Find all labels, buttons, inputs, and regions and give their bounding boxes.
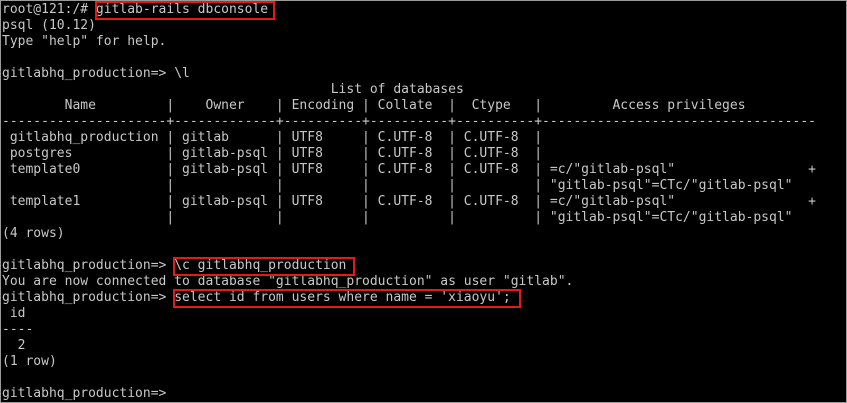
table-row: | | | | | "gitlab-psql"=CTc/"gitlab-psql… (2, 210, 793, 225)
table-row: gitlabhq_production | gitlab | UTF8 | C.… (2, 130, 543, 145)
terminal-line: psql (10.12) (2, 18, 96, 33)
psql-prompt: gitlabhq_production=> (2, 386, 175, 401)
command-gitlab-rails-dbconsole: gitlab-rails dbconsole (95, 2, 269, 17)
result-value: 2 (2, 338, 26, 353)
psql-prompt: gitlabhq_production=> (2, 66, 175, 81)
table-separator: ---------------------+-------------+----… (2, 114, 816, 129)
command-list-databases: \l (174, 66, 190, 81)
terminal-line: root@121:/# gitlab-rails dbconsole (2, 2, 268, 18)
terminal-line: gitlabhq_production=> \c gitlabhq_produc… (2, 258, 346, 274)
command-select-user-id: select id from users where name = 'xiaoy… (174, 290, 511, 305)
terminal-window[interactable]: root@121:/# gitlab-rails dbconsole psql … (0, 0, 847, 403)
table-row: template1 | gitlab-psql | UTF8 | C.UTF-8… (2, 194, 816, 209)
row-count: (4 rows) (2, 226, 65, 241)
shell-prompt: root@121:/# (2, 2, 96, 17)
connection-message: You are now connected to database "gitla… (2, 274, 574, 289)
table-row: postgres | gitlab-psql | UTF8 | C.UTF-8 … (2, 146, 543, 161)
psql-prompt: gitlabhq_production=> (2, 290, 175, 305)
table-row: template0 | gitlab-psql | UTF8 | C.UTF-8… (2, 162, 816, 177)
table-header: Name | Owner | Encoding | Collate | Ctyp… (2, 98, 746, 113)
command-connect-database: \c gitlabhq_production (174, 258, 347, 273)
terminal-line: gitlabhq_production=> select id from use… (2, 290, 511, 306)
result-separator: ---- (2, 322, 34, 337)
table-row: | | | | | "gitlab-psql"=CTc/"gitlab-psql… (2, 178, 793, 193)
row-count: (1 row) (2, 354, 57, 369)
terminal-line: Type "help" for help. (2, 34, 167, 49)
table-title: List of databases (2, 82, 464, 97)
psql-prompt: gitlabhq_production=> (2, 258, 175, 273)
terminal-line: gitlabhq_production=> \l (2, 66, 190, 82)
result-header: id (2, 306, 26, 321)
terminal-line: gitlabhq_production=> (2, 386, 174, 402)
